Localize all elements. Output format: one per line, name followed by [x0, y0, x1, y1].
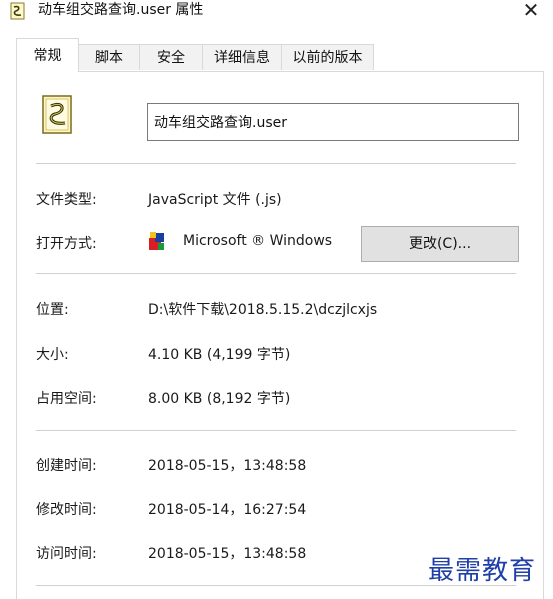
created-label: 创建时间:	[36, 458, 97, 474]
tab-script[interactable]: 脚本	[78, 44, 140, 70]
script-file-icon	[10, 2, 25, 20]
change-button[interactable]: 更改(C)...	[361, 226, 519, 262]
size-on-disk-label: 占用空间:	[36, 391, 97, 407]
windows-script-host-icon	[149, 232, 164, 250]
created-value: 2018-05-15，13:48:58	[148, 458, 307, 474]
tab-strip: 常规 脚本 安全 详细信息 以前的版本	[0, 38, 553, 72]
file-type-label: 文件类型:	[36, 192, 97, 208]
tab-security[interactable]: 安全	[139, 44, 203, 70]
location-value: D:\软件下载\2018.5.15.2\dczjlcxjs	[148, 302, 378, 318]
location-label: 位置:	[36, 302, 69, 318]
title-bar: 动车组交路查询.user 属性 ✕	[0, 0, 553, 26]
opens-with-label: 打开方式:	[36, 236, 97, 252]
script-file-icon	[42, 95, 72, 134]
separator	[36, 163, 516, 164]
opens-with-value: Microsoft ® Windows	[183, 233, 333, 249]
close-icon: ✕	[522, 0, 540, 22]
window-title: 动车组交路查询.user 属性	[38, 2, 204, 18]
watermark-text: 最需教育	[428, 556, 537, 586]
separator	[36, 430, 516, 431]
modified-value: 2018-05-14，16:27:54	[148, 502, 307, 518]
file-type-value: JavaScript 文件 (.js)	[148, 192, 282, 208]
tab-general[interactable]: 常规	[16, 38, 79, 72]
general-panel	[16, 71, 544, 599]
size-value: 4.10 KB (4,199 字节)	[148, 347, 291, 363]
size-label: 大小:	[36, 347, 69, 363]
tab-details[interactable]: 详细信息	[202, 44, 282, 70]
filename-field[interactable]	[147, 103, 519, 141]
properties-dialog: 动车组交路查询.user 属性 ✕ 常规 脚本 安全 详细信息 以前的版本 文件…	[0, 0, 553, 599]
modified-label: 修改时间:	[36, 502, 97, 518]
tab-previous-versions[interactable]: 以前的版本	[281, 44, 374, 70]
close-button[interactable]: ✕	[516, 0, 546, 22]
size-on-disk-value: 8.00 KB (8,192 字节)	[148, 391, 291, 407]
separator	[36, 273, 516, 274]
accessed-value: 2018-05-15，13:48:58	[148, 546, 307, 562]
accessed-label: 访问时间:	[36, 546, 97, 562]
